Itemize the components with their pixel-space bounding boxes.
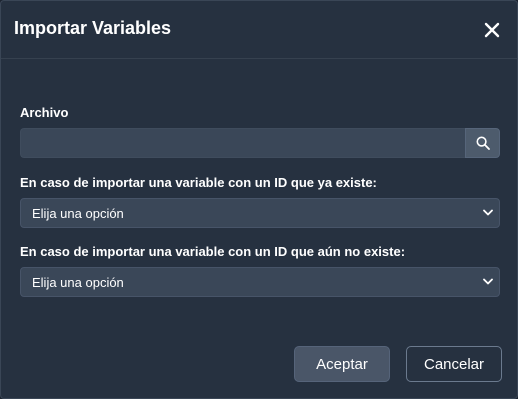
chevron-down-icon	[483, 278, 493, 285]
chevron-down-icon	[483, 209, 493, 216]
file-field-label: Archivo	[20, 105, 69, 120]
existing-id-select[interactable]: Elija una opción	[20, 198, 500, 228]
close-icon	[484, 22, 500, 38]
file-input[interactable]	[20, 128, 465, 158]
cancel-button[interactable]: Cancelar	[406, 346, 502, 382]
search-button[interactable]	[465, 128, 500, 158]
new-id-select[interactable]: Elija una opción	[20, 267, 500, 297]
new-id-label: En caso de importar una variable con un …	[20, 244, 406, 259]
close-button[interactable]	[484, 22, 500, 38]
accept-button[interactable]: Aceptar	[294, 346, 390, 382]
dialog-header: Importar Variables	[1, 1, 517, 59]
existing-id-label: En caso de importar una variable con un …	[20, 175, 377, 190]
dialog-title: Importar Variables	[14, 18, 172, 38]
file-input-group	[20, 128, 500, 158]
existing-id-select-value: Elija una opción	[32, 206, 124, 221]
import-variables-dialog: Importar Variables Archivo En caso de im…	[0, 0, 518, 399]
new-id-select-value: Elija una opción	[32, 275, 124, 290]
search-icon	[475, 136, 490, 150]
